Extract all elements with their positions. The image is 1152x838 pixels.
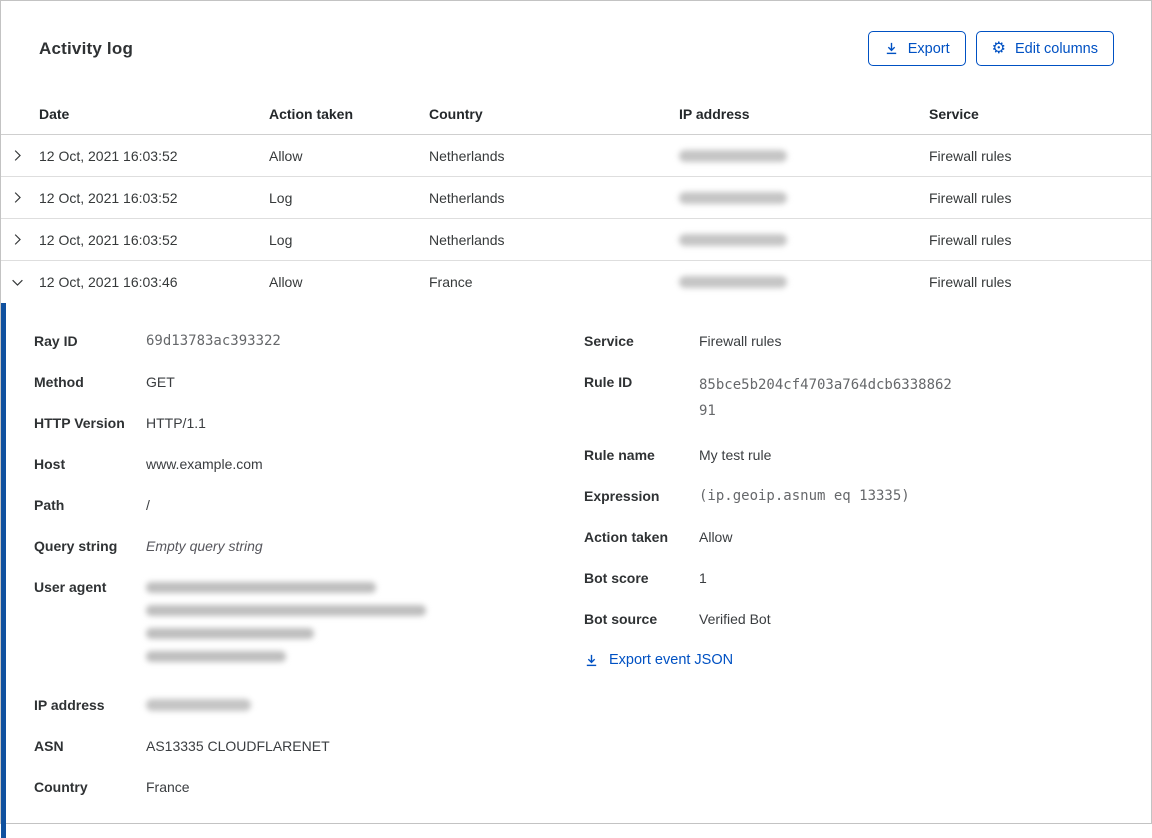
cell-country: Netherlands <box>429 231 505 248</box>
column-header-country: Country <box>429 106 483 122</box>
cell-country: France <box>429 274 473 290</box>
redacted-ip-address <box>679 276 787 288</box>
cell-country: Netherlands <box>429 189 505 206</box>
detail-column-right: Service Firewall rules Rule ID 85bce5b20… <box>584 331 1131 673</box>
header: Activity log Export ⚙ Edit columns <box>1 1 1151 66</box>
cell-service: Firewall rules <box>929 189 1012 206</box>
table-header-row: Date Action taken Country IP address Ser… <box>1 106 1151 135</box>
chevron-right-icon[interactable] <box>1 232 39 247</box>
event-detail-panel: Ray ID 69d13783ac393322 Method GET HTTP … <box>1 303 1151 838</box>
export-event-json-link[interactable]: Export event JSON <box>584 652 733 668</box>
chevron-right-icon[interactable] <box>1 190 39 205</box>
cell-service: Firewall rules <box>929 147 1012 164</box>
table-row-expanded[interactable]: 12 Oct, 2021 16:03:46 Allow France Firew… <box>1 261 1151 303</box>
cell-action-taken: Allow <box>269 147 303 164</box>
redacted-user-agent <box>146 577 546 674</box>
chevron-down-icon[interactable] <box>1 275 39 290</box>
column-header-service: Service <box>929 106 979 122</box>
detail-field-country: Country France <box>34 779 190 795</box>
cell-date: 12 Oct, 2021 16:03:52 <box>39 189 178 206</box>
cell-action-taken: Log <box>269 231 293 248</box>
detail-field-asn: ASN AS13335 CLOUDFLARENET <box>34 738 330 754</box>
cell-action-taken: Allow <box>269 274 303 290</box>
toolbar: Export ⚙ Edit columns <box>867 31 1114 66</box>
cell-date: 12 Oct, 2021 16:03:52 <box>39 147 178 164</box>
detail-field-user-agent: User agent <box>34 577 546 674</box>
detail-field-http-version: HTTP Version HTTP/1.1 <box>34 415 206 431</box>
redacted-ip-address <box>146 699 251 711</box>
detail-field-query-string: Query string Empty query string <box>34 538 263 554</box>
column-header-action-taken: Action taken <box>269 106 354 122</box>
cell-action-taken: Log <box>269 189 293 206</box>
detail-field-method: Method GET <box>34 374 175 390</box>
table-row[interactable]: 12 Oct, 2021 16:03:52 Log Netherlands Fi… <box>1 177 1151 219</box>
page-title: Activity log <box>39 38 134 58</box>
activity-log-panel: Activity log Export ⚙ Edit columns Date … <box>0 0 1152 838</box>
download-icon <box>884 41 899 56</box>
cell-service: Firewall rules <box>929 231 1012 248</box>
redacted-ip-address <box>679 191 787 204</box>
export-button-label: Export <box>907 40 950 57</box>
detail-field-bot-source: Bot source Verified Bot <box>584 611 771 627</box>
detail-field-service: Service Firewall rules <box>584 333 782 349</box>
column-header-ip-address: IP address <box>679 106 750 122</box>
detail-field-rule-name: Rule name My test rule <box>584 447 772 463</box>
cell-date: 12 Oct, 2021 16:03:52 <box>39 231 178 248</box>
detail-field-rule-id: Rule ID 85bce5b204cf4703a764dcb633886291 <box>584 374 952 419</box>
edit-columns-button[interactable]: ⚙ Edit columns <box>975 31 1114 66</box>
table-row[interactable]: 12 Oct, 2021 16:03:52 Log Netherlands Fi… <box>1 219 1151 261</box>
detail-field-bot-score: Bot score 1 <box>584 570 707 586</box>
detail-column-left: Ray ID 69d13783ac393322 Method GET HTTP … <box>34 331 546 818</box>
detail-field-ray-id: Ray ID 69d13783ac393322 <box>34 333 281 349</box>
edit-columns-button-label: Edit columns <box>1014 40 1098 57</box>
cell-date: 12 Oct, 2021 16:03:46 <box>39 274 178 290</box>
column-header-date: Date <box>39 106 70 122</box>
gear-icon: ⚙ <box>991 39 1006 57</box>
detail-field-expression: Expression (ip.geoip.asnum eq 13335) <box>584 488 910 504</box>
export-event-json-label: Export event JSON <box>609 652 734 668</box>
table-row[interactable]: 12 Oct, 2021 16:03:52 Allow Netherlands … <box>1 135 1151 177</box>
detail-field-action-taken: Action taken Allow <box>584 529 733 545</box>
activity-table: Date Action taken Country IP address Ser… <box>1 106 1151 303</box>
detail-field-ip-address: IP address <box>34 695 546 715</box>
chevron-right-icon[interactable] <box>1 148 39 163</box>
download-icon <box>584 653 599 668</box>
cell-country: Netherlands <box>429 147 505 164</box>
cell-service: Firewall rules <box>929 274 1012 290</box>
detail-field-host: Host www.example.com <box>34 456 263 472</box>
detail-field-path: Path / <box>34 497 150 513</box>
export-button[interactable]: Export <box>867 31 966 66</box>
redacted-ip-address <box>679 233 787 246</box>
redacted-ip-address <box>679 149 787 162</box>
